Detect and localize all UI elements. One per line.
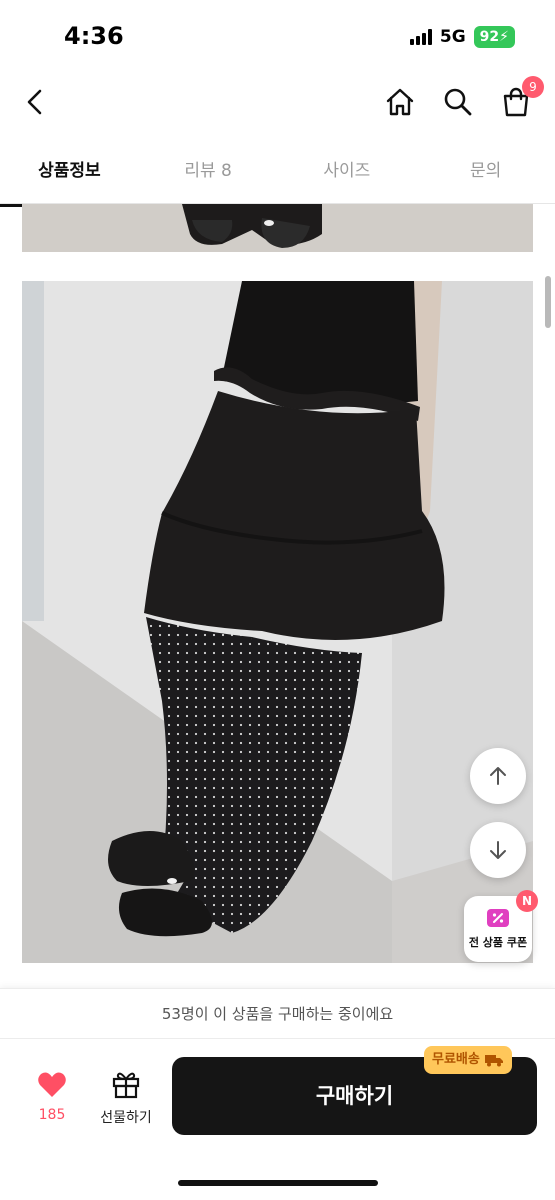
status-bar: 4:36 5G 92⚡ bbox=[0, 0, 555, 70]
coupon-icon bbox=[487, 909, 509, 927]
battery-level: 92 bbox=[479, 29, 500, 45]
coupon-button[interactable]: 전 상품 쿠폰 N bbox=[464, 890, 538, 962]
scroll-down-button[interactable] bbox=[470, 822, 526, 878]
tab-reviews[interactable]: 리뷰 8 bbox=[139, 144, 278, 203]
cart-button[interactable]: 9 bbox=[494, 76, 544, 124]
home-icon bbox=[386, 88, 414, 116]
battery-indicator: 92⚡ bbox=[473, 26, 515, 48]
coupon-new-badge: N bbox=[516, 890, 538, 912]
search-icon bbox=[444, 88, 472, 116]
heart-icon bbox=[38, 1072, 66, 1097]
like-button[interactable]: 185 bbox=[22, 1071, 82, 1131]
truck-icon bbox=[484, 1055, 503, 1067]
cart-count-badge: 9 bbox=[522, 76, 544, 98]
tab-size[interactable]: 사이즈 bbox=[278, 144, 417, 203]
like-count: 185 bbox=[38, 1107, 66, 1123]
arrow-down-icon bbox=[490, 841, 506, 859]
home-indicator[interactable] bbox=[178, 1180, 378, 1186]
network-label: 5G bbox=[439, 27, 466, 47]
status-indicators: 5G 92⚡ bbox=[409, 26, 515, 48]
status-time: 4:36 bbox=[64, 22, 124, 50]
arrow-up-icon bbox=[490, 767, 506, 785]
product-photo-previous bbox=[22, 204, 533, 252]
product-tabs: 상품정보 리뷰 8 사이즈 문의 bbox=[0, 144, 555, 207]
search-button[interactable] bbox=[436, 80, 480, 124]
scroll-indicator[interactable] bbox=[545, 276, 551, 328]
free-shipping-badge: 무료배송 bbox=[424, 1046, 512, 1074]
product-photo bbox=[22, 281, 533, 963]
tab-inquiry[interactable]: 문의 bbox=[416, 144, 555, 203]
free-shipping-label: 무료배송 bbox=[432, 1052, 480, 1067]
gift-icon bbox=[112, 1072, 140, 1099]
app-header: 9 bbox=[0, 72, 555, 132]
purchase-activity-banner: 53명이 이 상품을 구매하는 중이에요 bbox=[0, 988, 555, 1038]
home-button[interactable] bbox=[378, 80, 422, 124]
signal-icon bbox=[409, 29, 432, 45]
tab-product-info[interactable]: 상품정보 bbox=[0, 144, 139, 207]
back-icon bbox=[27, 89, 42, 115]
coupon-label: 전 상품 쿠폰 bbox=[468, 936, 528, 949]
scroll-up-button[interactable] bbox=[470, 748, 526, 804]
back-button[interactable] bbox=[14, 80, 58, 124]
gift-button[interactable]: 선물하기 bbox=[92, 1069, 160, 1129]
gift-label: 선물하기 bbox=[100, 1110, 152, 1126]
